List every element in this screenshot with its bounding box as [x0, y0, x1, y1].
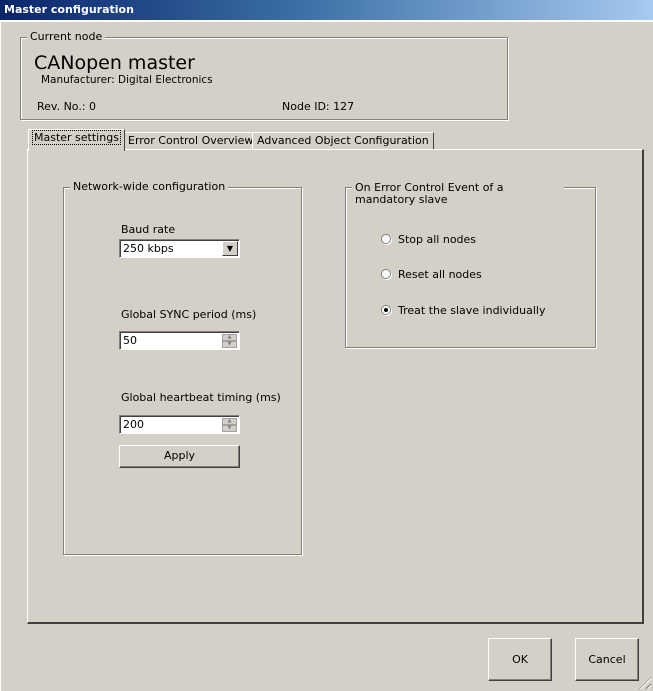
tab-advanced-label: Advanced Object Configuration — [257, 134, 429, 147]
radio-checked-icon[interactable] — [381, 305, 391, 315]
revision-number: Rev. No.: 0 — [37, 100, 97, 113]
spin-up-icon[interactable]: ▲ — [222, 334, 237, 341]
tab-master-settings[interactable]: Master settings — [28, 129, 125, 151]
chevron-down-icon[interactable]: ▼ — [222, 241, 238, 256]
sync-period-value: 50 — [123, 334, 137, 347]
apply-button[interactable]: Apply — [119, 445, 240, 468]
network-config-legend: Network-wide configuration — [70, 180, 229, 194]
tab-error-control-overview[interactable]: Error Control Overview — [123, 132, 259, 150]
tab-advanced-object-configuration[interactable]: Advanced Object Configuration — [252, 132, 434, 150]
current-node-group: Current node CANopen master Manufacturer… — [20, 30, 508, 120]
error-control-group: On Error Control Event of a mandatory sl… — [345, 182, 596, 348]
sync-period-label: Global SYNC period (ms) — [121, 308, 257, 321]
sync-spin-buttons: ▲ ▼ — [222, 334, 237, 348]
heartbeat-spin-buttons: ▲ ▼ — [222, 418, 237, 432]
cancel-button[interactable]: Cancel — [575, 638, 639, 681]
network-config-group: Network-wide configuration Baud rate 250… — [63, 180, 302, 555]
stop-all-nodes-label: Stop all nodes — [398, 233, 477, 246]
baud-rate-label: Baud rate — [121, 223, 176, 236]
heartbeat-timing-stepper[interactable]: 200 ▲ ▼ — [119, 415, 240, 434]
manufacturer-label: Manufacturer: Digital Electronics — [41, 74, 213, 86]
error-control-legend: On Error Control Event of a mandatory sl… — [352, 182, 564, 206]
node-id: Node ID: 127 — [282, 100, 355, 113]
window-title: Master configuration — [0, 0, 653, 20]
radio-icon[interactable] — [381, 269, 391, 279]
reset-all-nodes-label: Reset all nodes — [398, 268, 482, 281]
current-node-legend: Current node — [27, 30, 106, 44]
heartbeat-timing-value: 200 — [123, 418, 144, 431]
baud-rate-select[interactable]: 250 kbps ▼ — [119, 239, 240, 258]
heartbeat-timing-label: Global heartbeat timing (ms) — [121, 391, 281, 404]
sync-period-stepper[interactable]: 50 ▲ ▼ — [119, 331, 240, 350]
tab-master-settings-label: Master settings — [32, 130, 121, 145]
tab-strip: Master settings Error Control Overview A… — [28, 129, 628, 151]
ok-button[interactable]: OK — [488, 638, 552, 681]
node-name: CANopen master — [34, 52, 195, 74]
baud-rate-value: 250 kbps — [123, 242, 174, 255]
spin-down-icon[interactable]: ▼ — [222, 425, 237, 432]
spin-up-icon[interactable]: ▲ — [222, 418, 237, 425]
radio-icon[interactable] — [381, 234, 391, 244]
treat-individually-label: Treat the slave individually — [398, 304, 546, 317]
tab-error-control-label: Error Control Overview — [128, 134, 254, 147]
spin-down-icon[interactable]: ▼ — [222, 341, 237, 348]
